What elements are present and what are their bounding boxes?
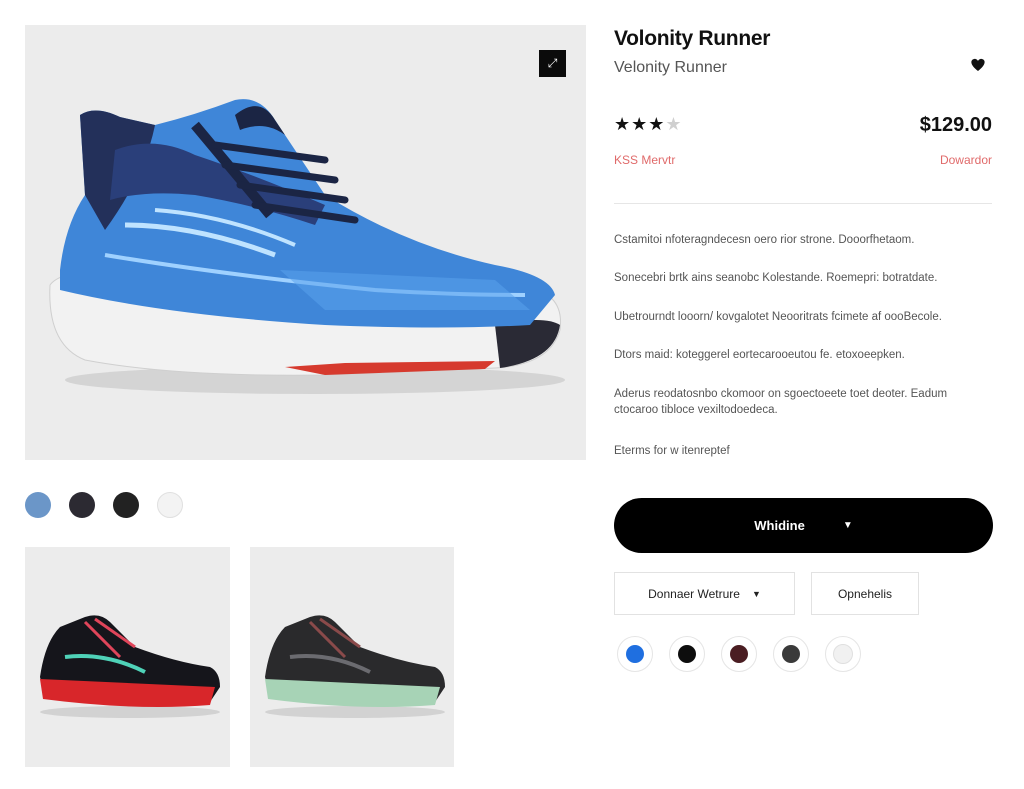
- color-option-white[interactable]: [825, 636, 861, 672]
- thumbnail-black-red[interactable]: [25, 547, 230, 767]
- swatch-blue[interactable]: [25, 492, 51, 518]
- size-select[interactable]: Donnaer Wetrure ▼: [614, 572, 795, 615]
- cta-label: Whidine: [754, 518, 805, 533]
- description-line: Cstamitoi nfoteragndecesn oero rior stro…: [614, 234, 915, 246]
- swatch-black[interactable]: [113, 492, 139, 518]
- thumbnail-black-mint[interactable]: [250, 547, 454, 767]
- product-subtitle: Velonity Runner: [614, 59, 727, 76]
- favorite-icon[interactable]: [968, 54, 988, 74]
- description-footnote: Eterms for w itenreptef: [614, 445, 730, 457]
- size-select-label: Donnaer Wetrure: [648, 586, 740, 601]
- product-hero-image: ⤢: [25, 25, 586, 460]
- color-dot: [678, 645, 696, 663]
- image-swatch-row: [25, 492, 183, 518]
- star-icon: ★: [648, 114, 666, 134]
- color-dot: [782, 645, 800, 663]
- color-option-black[interactable]: [669, 636, 705, 672]
- star-icon: ★: [665, 114, 683, 134]
- color-dot: [833, 644, 853, 664]
- chevron-down-icon: ▼: [751, 588, 761, 599]
- secondary-option-label: Opnehelis: [837, 586, 893, 601]
- description-line: Dtors maid: koteggerel eortecarooeutou f…: [614, 349, 905, 361]
- divider: [614, 203, 992, 204]
- product-price: $129.00: [919, 114, 992, 136]
- color-dot: [730, 645, 748, 663]
- swatch-white[interactable]: [157, 492, 183, 518]
- promo-link[interactable]: Dowardor: [940, 153, 992, 167]
- description-paragraph: Aderus reodatosnbo ckomoor on sgoectoeet…: [614, 388, 948, 416]
- color-options: [617, 636, 861, 672]
- color-option-blue[interactable]: [617, 636, 653, 672]
- promo-label: KSS Mervtr: [614, 153, 676, 167]
- secondary-option-button[interactable]: Opnehelis: [811, 572, 919, 615]
- rating-stars: ★★★★: [614, 114, 683, 135]
- description-line: Ubetrourndt looorn/ kovgalotet Neooritra…: [614, 311, 942, 323]
- add-to-cart-button[interactable]: Whidine ▼: [614, 498, 993, 553]
- star-icon: ★: [631, 114, 649, 134]
- swatch-dark-purple[interactable]: [69, 492, 95, 518]
- color-option-maroon[interactable]: [721, 636, 757, 672]
- color-dot: [626, 645, 644, 663]
- description-line: Sonecebri brtk ains seanobc Kolestande. …: [614, 272, 938, 284]
- chevron-down-icon: ▼: [842, 520, 853, 531]
- color-option-gray[interactable]: [773, 636, 809, 672]
- star-icon: ★: [614, 114, 632, 134]
- expand-icon[interactable]: ⤢: [539, 50, 566, 77]
- product-title: Volonity Runner: [614, 27, 771, 50]
